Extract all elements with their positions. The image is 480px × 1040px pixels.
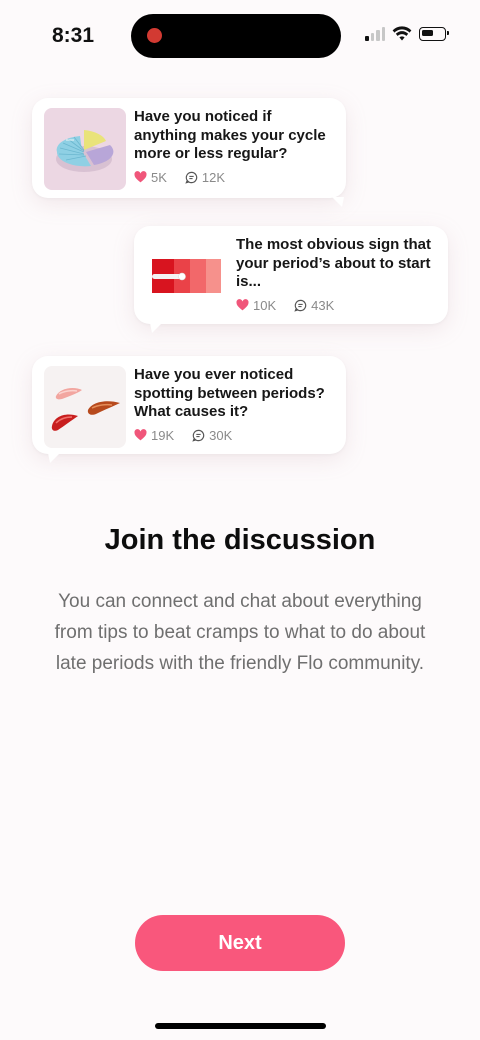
next-button[interactable]: Next [135, 915, 345, 971]
discussion-card[interactable]: Have you ever noticed spotting between p… [32, 356, 346, 463]
likes-value: 19K [151, 427, 175, 443]
comments-count: 43K [294, 298, 334, 313]
bubble-tail [332, 197, 344, 207]
comments-count: 30K [192, 428, 232, 443]
likes-count: 19K [134, 428, 174, 443]
screen: 8:31 Have you noticed if anything makes … [0, 0, 480, 1040]
comment-icon [192, 429, 205, 442]
discussion-card[interactable]: The most obvious sign that your period’s… [134, 226, 448, 333]
wifi-icon [392, 26, 412, 41]
page-title: Join the discussion [104, 524, 376, 556]
recording-indicator-icon [147, 28, 162, 43]
pie-chart-illustration [44, 108, 126, 190]
card-question: The most obvious sign that your period’s… [236, 236, 432, 290]
bubble-tail [48, 453, 60, 463]
status-icons [365, 26, 449, 41]
comment-icon [185, 171, 198, 184]
bubble-tail [150, 323, 162, 333]
card-stats: 19K 30K [134, 428, 334, 443]
battery-icon [419, 26, 449, 41]
card-stats: 5K 12K [134, 170, 334, 185]
likes-count: 10K [236, 298, 276, 313]
heart-icon [236, 299, 249, 311]
heart-icon [134, 171, 147, 183]
card-question: Have you noticed if anything makes your … [134, 108, 326, 162]
likes-value: 10K [253, 297, 277, 313]
signal-icon [365, 26, 385, 41]
home-indicator[interactable] [155, 1023, 326, 1029]
comments-value: 12K [201, 169, 226, 185]
comments-count: 12K [185, 170, 225, 185]
status-time: 8:31 [52, 24, 95, 47]
likes-count: 5K [134, 170, 167, 185]
heart-icon [134, 429, 147, 441]
discussion-card[interactable]: Have you noticed if anything makes your … [32, 98, 346, 207]
comments-value: 30K [209, 427, 233, 443]
comments-value: 43K [311, 297, 335, 313]
red-brush-strokes-illustration [44, 366, 126, 448]
comment-icon [294, 299, 307, 312]
likes-value: 5K [151, 169, 167, 185]
description-text: You can connect and chat about everythin… [54, 591, 426, 674]
card-question: Have you ever noticed spotting between p… [134, 366, 325, 420]
dynamic-island [131, 14, 341, 58]
card-stats: 10K 43K [236, 298, 436, 313]
red-color-swatches-illustration [146, 236, 228, 318]
